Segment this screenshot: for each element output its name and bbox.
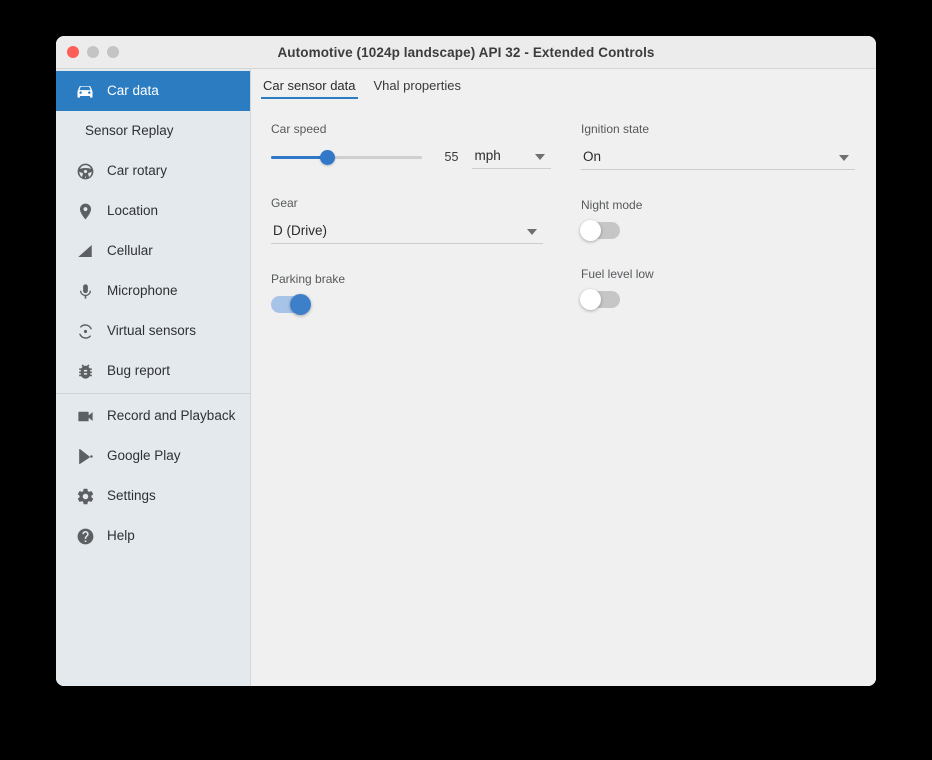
car-speed-row: 55 mph [271, 146, 551, 168]
gear-field: Gear D (Drive) [271, 197, 551, 244]
right-column: Ignition state On Night mode [581, 123, 856, 337]
sidebar-item-label: Car rotary [107, 164, 167, 179]
car-speed-unit-value: mph [474, 149, 535, 165]
tab-car-sensor-data[interactable]: Car sensor data [261, 78, 358, 99]
tab-bar: Car sensor data Vhal properties [251, 69, 876, 99]
sidebar-item-help[interactable]: Help [56, 516, 250, 556]
google-play-icon [74, 445, 96, 467]
ignition-state-field: Ignition state On [581, 123, 856, 170]
sidebar-item-label: Bug report [107, 364, 170, 379]
close-button[interactable] [67, 46, 79, 58]
sidebar-item-label: Location [107, 204, 158, 219]
fuel-level-low-label: Fuel level low [581, 268, 856, 280]
gear-icon [74, 485, 96, 507]
zoom-button[interactable] [107, 46, 119, 58]
parking-brake-field: Parking brake [271, 273, 551, 313]
minimize-button[interactable] [87, 46, 99, 58]
car-speed-label: Car speed [271, 123, 551, 135]
fuel-level-low-toggle[interactable] [581, 291, 620, 308]
virtual-sensors-icon [74, 320, 96, 342]
sidebar-item-label: Google Play [107, 449, 181, 464]
ignition-state-value: On [583, 150, 839, 166]
traffic-light-buttons [67, 46, 119, 58]
help-circle-icon [74, 525, 96, 547]
parking-brake-toggle[interactable] [271, 296, 310, 313]
sidebar-divider [56, 393, 250, 394]
slider-thumb[interactable] [320, 150, 335, 165]
chevron-down-icon [527, 229, 537, 235]
toggle-knob [580, 220, 601, 241]
video-camera-icon [74, 405, 96, 427]
bug-icon [74, 360, 96, 382]
window-body: Car data Sensor Replay Car rotary [56, 69, 876, 686]
content-area: Car sensor data Vhal properties Car spee… [251, 69, 876, 686]
sidebar-item-location[interactable]: Location [56, 191, 250, 231]
tab-label: Car sensor data [263, 78, 356, 93]
toggle-knob [290, 294, 311, 315]
slider-fill [271, 156, 327, 159]
sidebar-item-label: Microphone [107, 284, 178, 299]
left-column: Car speed 55 mph [271, 123, 551, 342]
screen: Automotive (1024p landscape) API 32 - Ex… [0, 0, 932, 760]
sidebar-item-settings[interactable]: Settings [56, 476, 250, 516]
window-title: Automotive (1024p landscape) API 32 - Ex… [56, 45, 876, 60]
sidebar-item-label: Record and Playback [107, 409, 235, 424]
sidebar-item-label: Settings [107, 489, 156, 504]
car-speed-field: Car speed 55 mph [271, 123, 551, 168]
night-mode-field: Night mode [581, 199, 856, 239]
sidebar-item-label: Car data [107, 84, 159, 99]
sidebar-item-virtual-sensors[interactable]: Virtual sensors [56, 311, 250, 351]
chevron-down-icon [839, 155, 849, 161]
sidebar-item-car-rotary[interactable]: Car rotary [56, 151, 250, 191]
microphone-icon [74, 280, 96, 302]
night-mode-toggle[interactable] [581, 222, 620, 239]
sidebar-item-microphone[interactable]: Microphone [56, 271, 250, 311]
window-titlebar: Automotive (1024p landscape) API 32 - Ex… [56, 36, 876, 69]
sidebar-item-google-play[interactable]: Google Play [56, 436, 250, 476]
cellular-signal-icon [74, 240, 96, 262]
gear-value: D (Drive) [273, 224, 527, 240]
sidebar-item-label: Help [107, 529, 135, 544]
car-speed-unit-dropdown[interactable]: mph [472, 145, 551, 169]
sidebar-item-bug-report[interactable]: Bug report [56, 351, 250, 391]
extended-controls-window: Automotive (1024p landscape) API 32 - Ex… [56, 36, 876, 686]
fuel-level-low-field: Fuel level low [581, 268, 856, 308]
sidebar-item-label: Virtual sensors [107, 324, 196, 339]
tab-vhal-properties[interactable]: Vhal properties [372, 78, 463, 99]
car-speed-value: 55 [430, 150, 459, 164]
ignition-state-dropdown[interactable]: On [581, 146, 855, 170]
steering-wheel-icon [74, 160, 96, 182]
tab-label: Vhal properties [374, 78, 461, 93]
location-pin-icon [74, 200, 96, 222]
gear-dropdown[interactable]: D (Drive) [271, 220, 543, 244]
chevron-down-icon [535, 154, 545, 160]
night-mode-label: Night mode [581, 199, 856, 211]
sidebar: Car data Sensor Replay Car rotary [56, 69, 251, 686]
gear-label: Gear [271, 197, 551, 209]
sidebar-item-sensor-replay[interactable]: Sensor Replay [56, 111, 250, 151]
parking-brake-label: Parking brake [271, 273, 551, 285]
sidebar-item-label: Sensor Replay [85, 124, 174, 139]
car-icon [74, 80, 96, 102]
toggle-knob [580, 289, 601, 310]
ignition-state-label: Ignition state [581, 123, 856, 135]
sidebar-item-car-data[interactable]: Car data [56, 71, 250, 111]
sidebar-item-cellular[interactable]: Cellular [56, 231, 250, 271]
sidebar-item-label: Cellular [107, 244, 153, 259]
car-speed-slider[interactable] [271, 148, 422, 166]
car-sensor-data-panel: Car speed 55 mph [251, 99, 876, 121]
sidebar-item-record-and-playback[interactable]: Record and Playback [56, 396, 250, 436]
